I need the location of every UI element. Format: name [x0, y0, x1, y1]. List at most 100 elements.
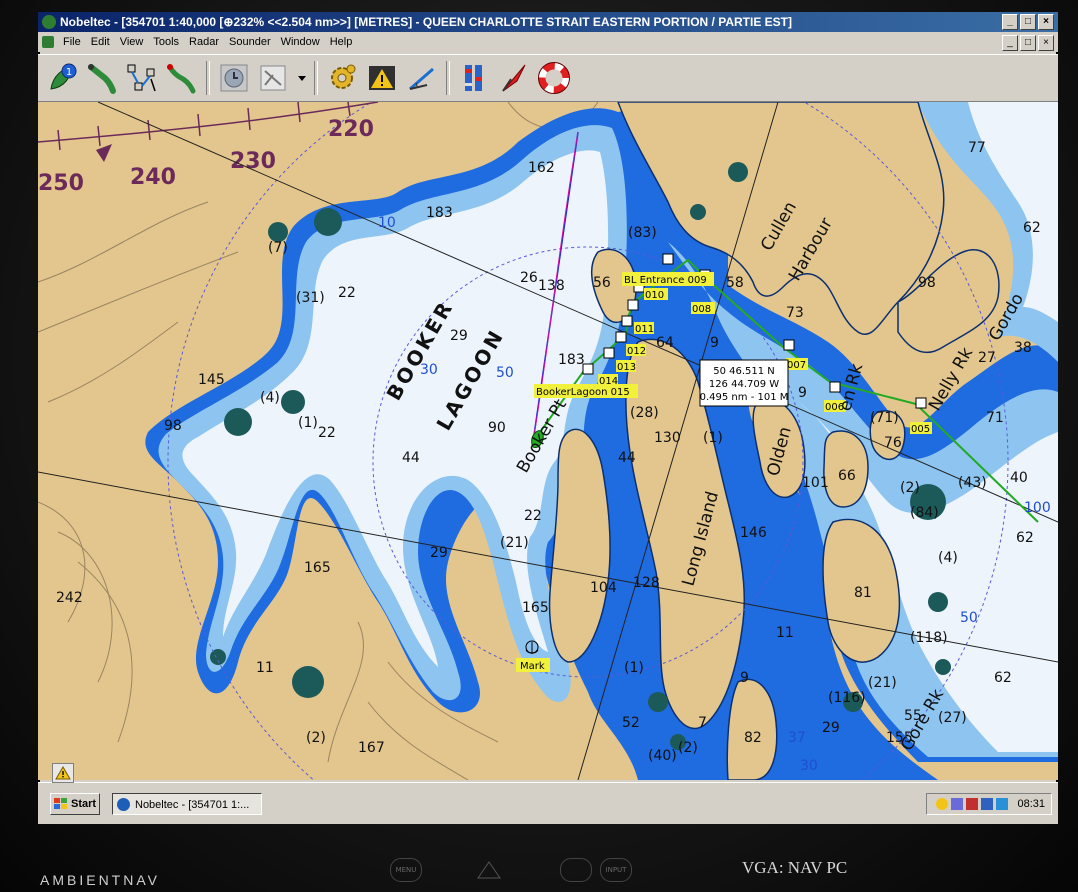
- measure-button[interactable]: [404, 60, 440, 96]
- warning-icon: [55, 766, 71, 780]
- sounding: (116): [828, 690, 866, 706]
- track-button[interactable]: [124, 60, 160, 96]
- waypoint-label-005[interactable]: 005: [911, 424, 930, 435]
- tray-network-icon[interactable]: [951, 798, 964, 810]
- title-bar: Nobeltec - [354701 1:40,000 [⊕232% <<2.5…: [38, 12, 1058, 32]
- document-icon[interactable]: [42, 36, 54, 48]
- monitor-brand: AMBIENTNAV: [40, 872, 160, 888]
- sounding: (7): [268, 240, 288, 256]
- sounding: 183: [558, 352, 585, 368]
- waypoint-label-008[interactable]: 008: [692, 304, 711, 315]
- sounding: 66: [838, 468, 856, 484]
- toolbar: 1: [38, 54, 1058, 102]
- close-button[interactable]: ×: [1038, 14, 1054, 30]
- menu-edit[interactable]: Edit: [86, 32, 115, 52]
- sounding: (21): [500, 535, 529, 551]
- maximize-button[interactable]: □: [1020, 14, 1036, 30]
- menu-help[interactable]: Help: [325, 32, 358, 52]
- toolbar-separator: [206, 61, 210, 95]
- sounding: 165: [304, 560, 331, 576]
- bearing-220: 220: [328, 117, 374, 142]
- menu-window[interactable]: Window: [276, 32, 325, 52]
- window-controls: _ □ ×: [1002, 14, 1054, 30]
- measure-icon: [409, 67, 434, 91]
- vessel-badge: 1: [66, 67, 72, 78]
- sounding: 71: [986, 410, 1004, 426]
- sounding: (4): [938, 550, 958, 566]
- alert-indicator[interactable]: [52, 763, 74, 783]
- start-button[interactable]: Start: [50, 793, 100, 815]
- chart-tool-dropdown[interactable]: [296, 60, 308, 96]
- document-controls: _ □ ×: [1002, 35, 1054, 51]
- menu-sounder[interactable]: Sounder: [224, 32, 276, 52]
- sounding: (21): [868, 675, 897, 691]
- monitor-minus-button[interactable]: [560, 858, 592, 882]
- sounding: 50: [960, 610, 978, 626]
- settings-button[interactable]: [324, 60, 360, 96]
- sounding: 155: [886, 730, 913, 746]
- sounding: 145: [198, 372, 225, 388]
- doc-close-button[interactable]: ×: [1038, 35, 1054, 51]
- tray-app-icon[interactable]: [966, 798, 979, 810]
- waypoint-label-015[interactable]: BookerLagoon 015: [536, 387, 630, 398]
- system-tray: 08:31: [926, 793, 1052, 815]
- tray-monitor-icon[interactable]: [981, 798, 994, 810]
- nautical-chart[interactable]: 250 240 230 220 BL Entrance 009 010 008: [38, 102, 1058, 780]
- sail-button[interactable]: [496, 60, 532, 96]
- leg-button[interactable]: [164, 60, 200, 96]
- sounding: 37: [788, 730, 806, 746]
- alarm-button[interactable]: [364, 60, 400, 96]
- lifebuoy-button[interactable]: [536, 60, 572, 96]
- menu-radar[interactable]: Radar: [184, 32, 224, 52]
- task-label: Nobeltec - [354701 1:...: [135, 799, 250, 811]
- tray-volume-icon[interactable]: [996, 798, 1009, 810]
- waypoint-label-010[interactable]: 010: [645, 290, 664, 301]
- sounding: 50: [496, 365, 514, 381]
- sounding: 62: [1023, 220, 1041, 236]
- menu-tools[interactable]: Tools: [148, 32, 184, 52]
- sounding: 62: [994, 670, 1012, 686]
- sounding: 44: [402, 450, 420, 466]
- monitor-menu-button[interactable]: MENU: [390, 858, 422, 882]
- sounding: 10: [378, 215, 396, 231]
- sounding: 30: [800, 758, 818, 774]
- sounding: 138: [538, 278, 565, 294]
- waypoint-label-009[interactable]: BL Entrance 009: [624, 275, 707, 286]
- vessel-button[interactable]: 1: [44, 60, 80, 96]
- route-button[interactable]: [84, 60, 120, 96]
- sounding: 167: [358, 740, 385, 756]
- bearing-240: 240: [130, 165, 176, 190]
- chart-tool-button[interactable]: [256, 60, 292, 96]
- waypoint-label-007[interactable]: 007: [787, 360, 806, 371]
- sounding: 22: [318, 425, 336, 441]
- route-icon: [88, 64, 116, 94]
- sounding: 73: [786, 305, 804, 321]
- vessel-icon: 1: [50, 63, 77, 90]
- doc-minimize-button[interactable]: _: [1002, 35, 1018, 51]
- sounding: 30: [420, 362, 438, 378]
- waypoint-label-011[interactable]: 011: [635, 324, 654, 335]
- taskbar-nobeltec-item[interactable]: Nobeltec - [354701 1:...: [112, 793, 262, 815]
- minimize-button[interactable]: _: [1002, 14, 1018, 30]
- menu-view[interactable]: View: [115, 32, 149, 52]
- sounding: (43): [958, 475, 987, 491]
- waypoint-label-013[interactable]: 013: [617, 362, 636, 373]
- monitor-up-icon[interactable]: [474, 858, 504, 882]
- tide-button[interactable]: [456, 60, 492, 96]
- sounding: (71): [870, 410, 899, 426]
- monitor-input-button[interactable]: INPUT: [600, 858, 632, 882]
- menu-file[interactable]: File: [58, 32, 86, 52]
- sounding: 55: [904, 708, 922, 724]
- tray-alert-icon[interactable]: [936, 798, 949, 810]
- warning-icon: [369, 66, 395, 90]
- clock-button[interactable]: [216, 60, 252, 96]
- sounding: 9: [798, 385, 807, 401]
- nobeltec-task-icon: [117, 798, 130, 811]
- gear-icon: [331, 64, 356, 89]
- doc-maximize-button[interactable]: □: [1020, 35, 1036, 51]
- sounding: 82: [744, 730, 762, 746]
- sounding: 22: [338, 285, 356, 301]
- window-title: Nobeltec - [354701 1:40,000 [⊕232% <<2.5…: [60, 15, 793, 29]
- sounding: 29: [430, 545, 448, 561]
- waypoint-label-012[interactable]: 012: [627, 346, 646, 357]
